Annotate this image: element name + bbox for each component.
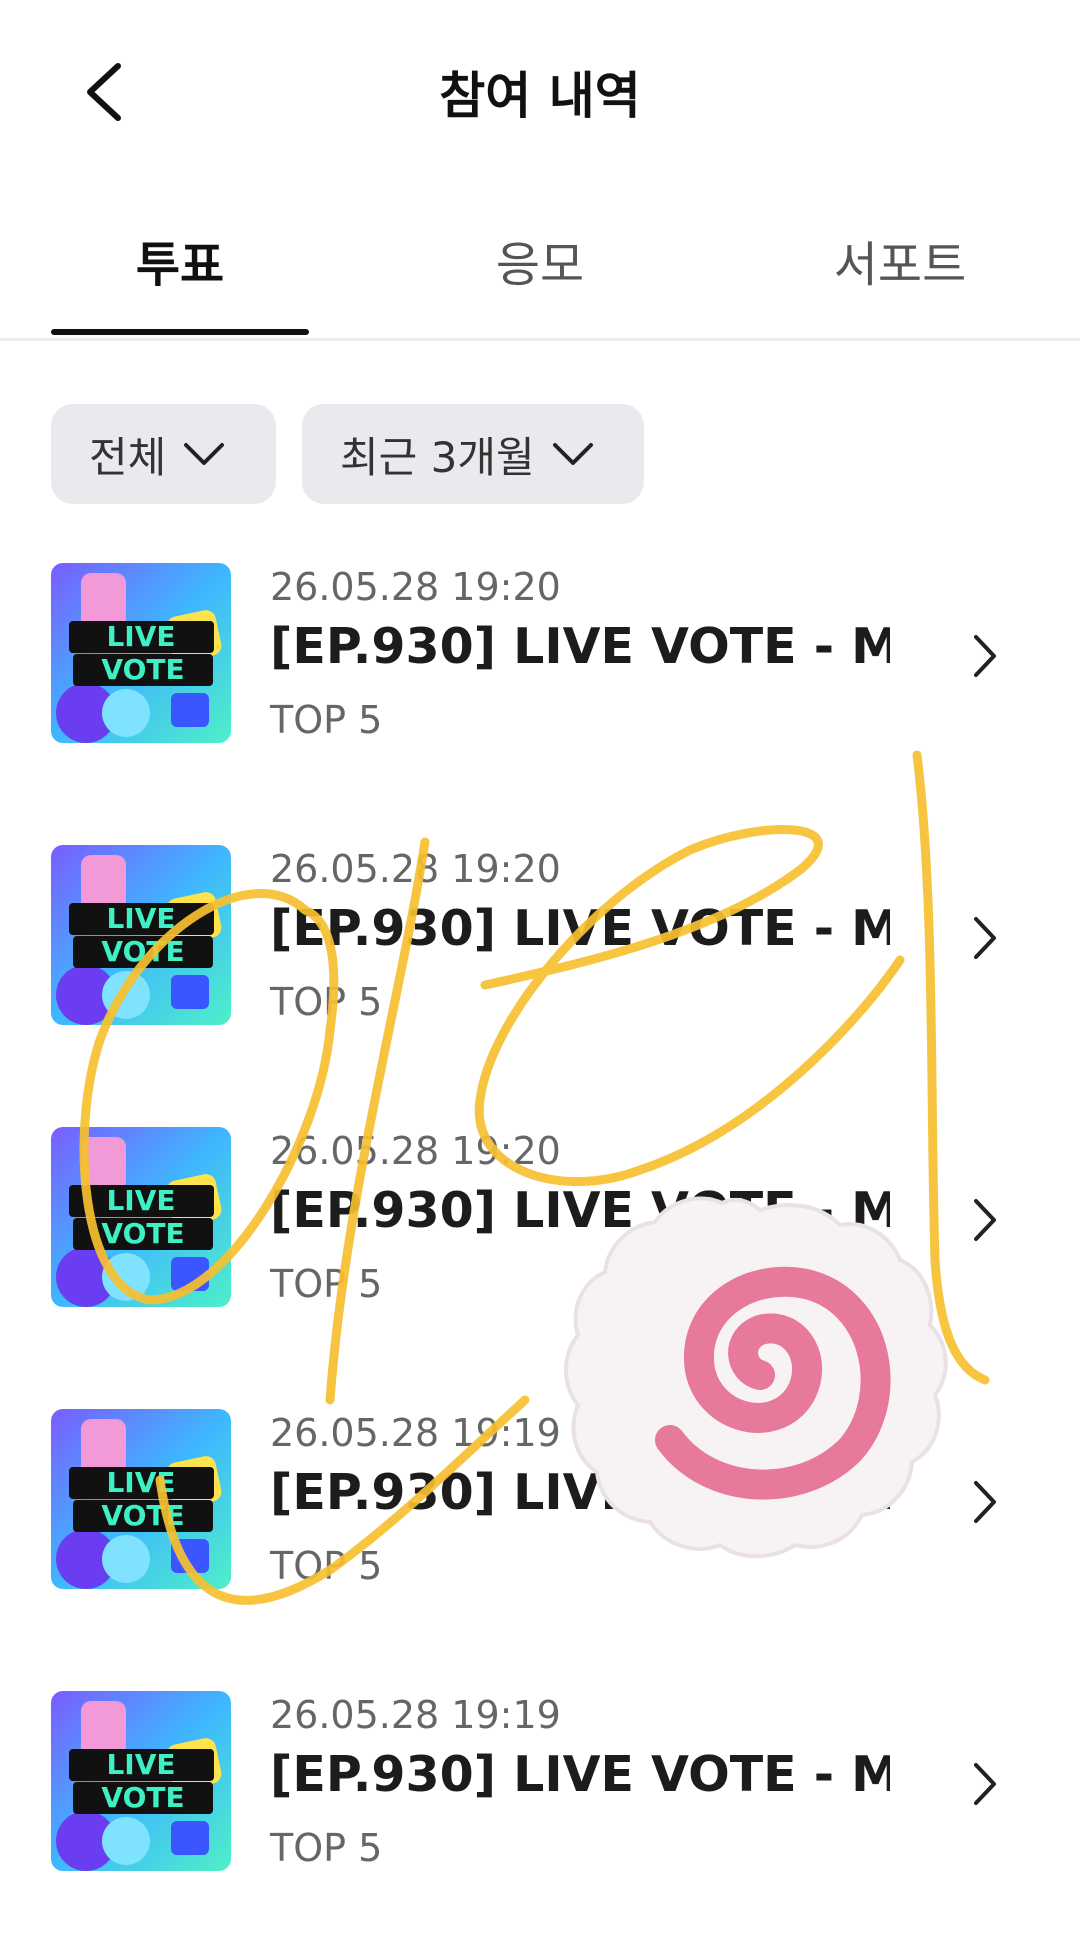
tab-entry[interactable]: 응모 [410, 225, 670, 295]
filter-period-label: 최근 3개월 [340, 432, 535, 482]
filter-type-label: 전체 [89, 432, 167, 482]
tab-support[interactable]: 서포트 [770, 225, 1030, 295]
svg-text:VOTE: VOTE [101, 1499, 184, 1532]
filter-period-dropdown[interactable]: 최근 3개월 [302, 404, 644, 504]
live-vote-thumbnail: LIVE VOTE [51, 1691, 231, 1871]
svg-text:LIVE: LIVE [106, 1466, 175, 1499]
chevron-right-icon [974, 635, 996, 677]
item-title: [EP.930] LIVE VOTE - M ... [270, 900, 890, 957]
item-title: [EP.930] LIVE VOTE - M ... [270, 618, 890, 675]
chevron-down-icon [184, 443, 225, 465]
item-title: [EP.930] LIVE VOTE - M ... [270, 1746, 890, 1803]
item-subtitle: TOP 5 [270, 1262, 383, 1306]
svg-text:LIVE: LIVE [106, 1748, 175, 1781]
live-vote-thumbnail: LIVE VOTE [51, 563, 231, 743]
svg-text:VOTE: VOTE [101, 1217, 184, 1250]
list-item[interactable]: LIVE VOTE 26.05.28 19:20 [EP.930] LIVE V… [0, 1127, 1080, 1327]
list-item[interactable]: LIVE VOTE 26.05.28 19:19 [EP.930] LIVE V… [0, 1691, 1080, 1891]
live-vote-thumbnail: LIVE VOTE [51, 1409, 231, 1589]
chevron-right-icon [974, 917, 996, 959]
svg-text:LIVE: LIVE [106, 902, 175, 935]
live-vote-thumbnail: LIVE VOTE [51, 845, 231, 1025]
item-date: 26.05.28 19:19 [270, 1411, 561, 1455]
list-item[interactable]: LIVE VOTE 26.05.28 19:19 [EP.930] LIVE V… [0, 1409, 1080, 1609]
filter-type-dropdown[interactable]: 전체 [51, 404, 276, 504]
item-date: 26.05.28 19:20 [270, 847, 561, 891]
item-subtitle: TOP 5 [270, 1826, 383, 1870]
active-tab-indicator [51, 329, 309, 335]
item-subtitle: TOP 5 [270, 698, 383, 742]
svg-text:VOTE: VOTE [101, 653, 184, 686]
tab-vote[interactable]: 투표 [50, 225, 310, 295]
item-title: [EP.930] LIVE VOTE - M ... [270, 1464, 890, 1521]
chevron-right-icon [974, 1481, 996, 1523]
item-date: 26.05.28 19:20 [270, 565, 561, 609]
list-item[interactable]: LIVE VOTE 26.05.28 19:20 [EP.930] LIVE V… [0, 845, 1080, 1045]
svg-text:VOTE: VOTE [101, 1781, 184, 1814]
item-title: [EP.930] LIVE VOTE - M ... [270, 1182, 890, 1239]
item-subtitle: TOP 5 [270, 980, 383, 1024]
chevron-right-icon [974, 1199, 996, 1241]
item-date: 26.05.28 19:20 [270, 1129, 561, 1173]
svg-text:LIVE: LIVE [106, 1184, 175, 1217]
list-item[interactable]: LIVE VOTE 26.05.28 19:20 [EP.930] LIVE V… [0, 563, 1080, 763]
chevron-right-icon [974, 1763, 996, 1805]
header: 참여 내역 [0, 0, 1080, 180]
chevron-down-icon [552, 443, 593, 465]
svg-text:VOTE: VOTE [101, 935, 184, 968]
page-title: 참여 내역 [439, 67, 641, 125]
item-date: 26.05.28 19:19 [270, 1693, 561, 1737]
item-subtitle: TOP 5 [270, 1544, 383, 1588]
live-vote-thumbnail: LIVE VOTE [51, 1127, 231, 1307]
svg-text:LIVE: LIVE [106, 620, 175, 653]
tab-bar: 투표 응모 서포트 [0, 205, 1080, 341]
